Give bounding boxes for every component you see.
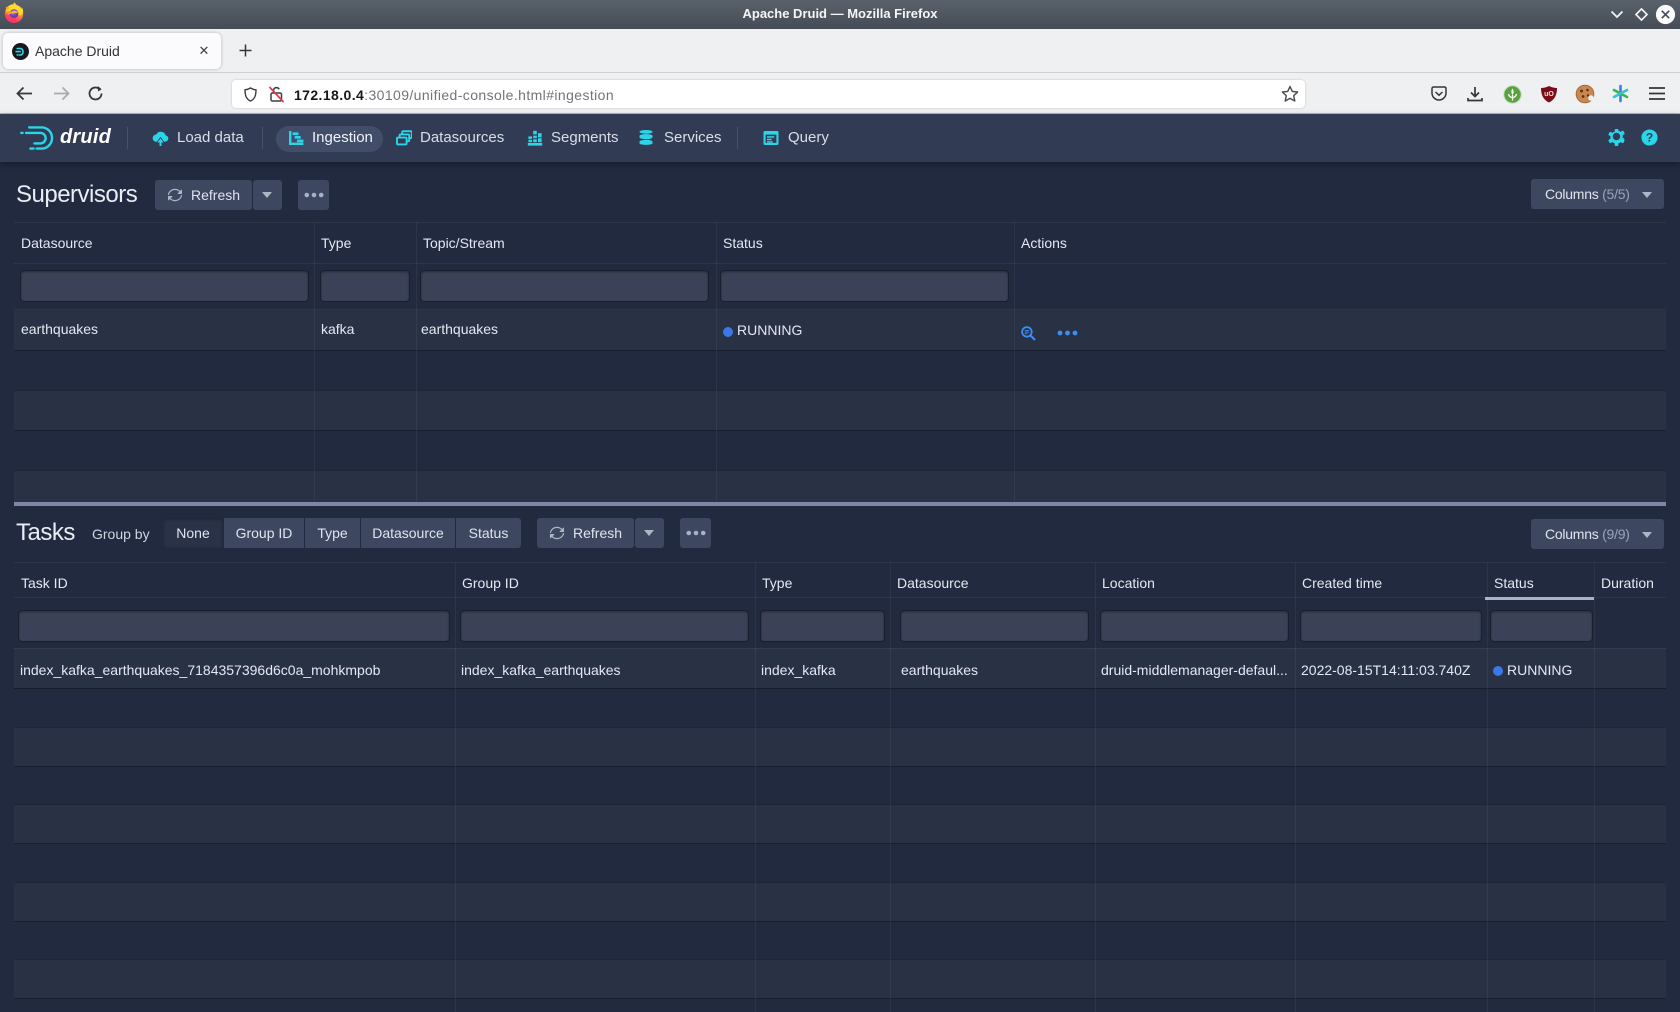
svg-text:uO: uO	[1544, 91, 1554, 98]
svg-text:?: ?	[1646, 131, 1653, 145]
